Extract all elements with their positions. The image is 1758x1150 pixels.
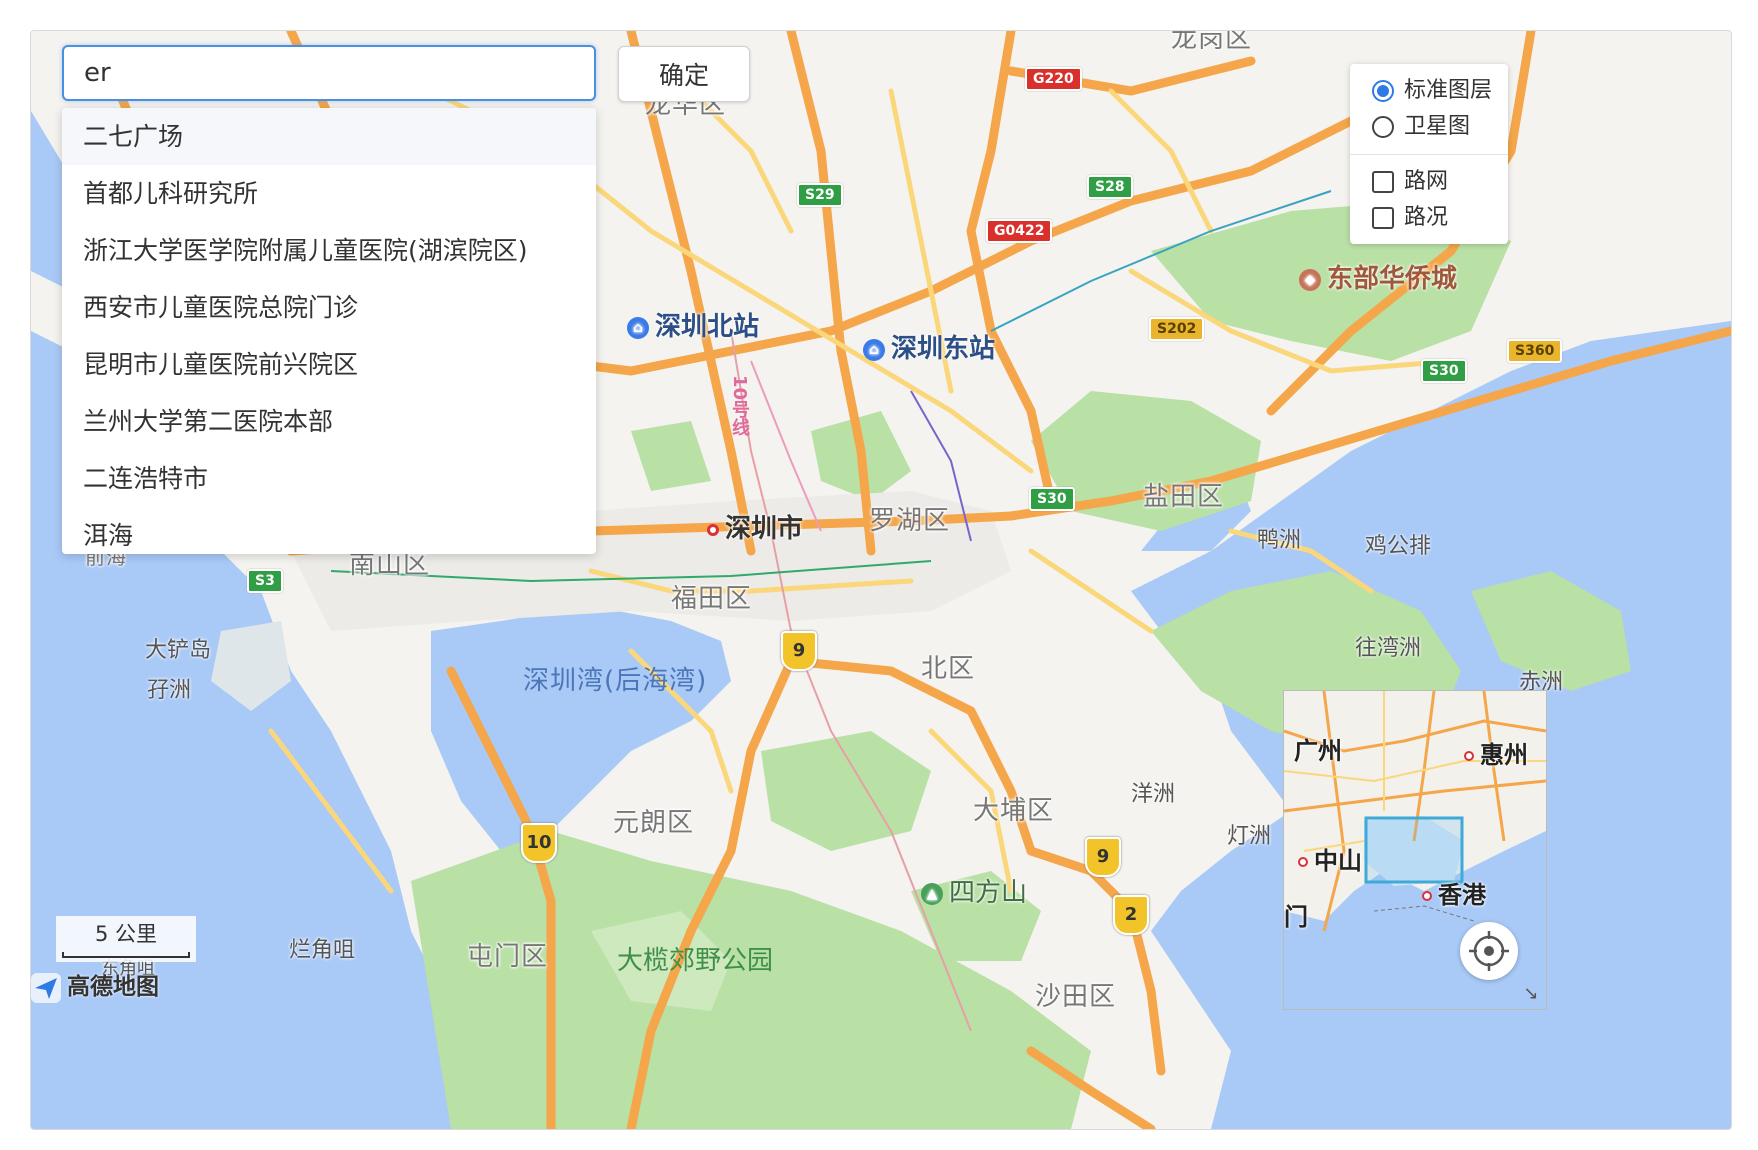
road-shield-s30-east: S30	[1421, 359, 1467, 383]
crosshair-icon	[1469, 931, 1509, 971]
road-shield-s202: S202	[1149, 317, 1205, 341]
checkbox-icon[interactable]	[1372, 207, 1394, 229]
road-shield-g0422: G0422	[986, 219, 1053, 243]
road-shield-s30: S30	[1029, 487, 1075, 511]
overview-label-macau: 门	[1284, 903, 1308, 931]
district-label-futian: 福田区	[671, 584, 753, 614]
district-label-shatian: 沙田区	[1035, 982, 1117, 1012]
suggestion-item[interactable]: 浙江大学医学院附属儿童医院(湖滨院区)	[62, 222, 596, 279]
road-shield-g220: G220	[1025, 67, 1082, 91]
overview-label-huizhou: 惠州	[1464, 735, 1528, 770]
poi-sifangshan[interactable]: ▲ 四方山	[921, 879, 1027, 907]
scale-bar: 5 公里	[56, 916, 196, 962]
road-shield-s3: S3	[247, 569, 283, 593]
overview-toggle-icon[interactable]: ↘	[1521, 984, 1541, 1004]
train-station-icon: ⌂	[863, 338, 885, 361]
district-label-yuanlang: 元朗区	[613, 808, 695, 838]
place-label-yangzhou: 洋洲	[1131, 782, 1176, 807]
locate-button[interactable]	[1460, 922, 1518, 980]
poi-shenzhen-north-station[interactable]: ⌂ 深圳北站	[627, 313, 759, 341]
scale-label: 5 公里	[94, 922, 158, 946]
city-marker-icon	[1422, 891, 1432, 901]
place-label-ruzhou: 孖洲	[147, 678, 192, 703]
radio-icon[interactable]	[1372, 116, 1394, 138]
place-label-yazhou: 鸭洲	[1257, 528, 1302, 553]
mountain-icon: ▲	[921, 882, 943, 905]
amap-plane-icon	[31, 972, 61, 1003]
suggestion-item[interactable]: 洱海	[62, 507, 596, 554]
road-shield-s360: S360	[1507, 339, 1563, 363]
route-badge-10: 10	[521, 823, 557, 863]
layer-option-standard[interactable]: 标准图层	[1372, 76, 1492, 106]
district-label-dapu: 大埔区	[973, 796, 1055, 826]
layer-option-satellite[interactable]: 卫星图	[1372, 112, 1470, 142]
suggestion-item[interactable]: 二连浩特市	[62, 450, 596, 507]
park-label-tailangjiao: 大榄郊野公园	[617, 946, 774, 976]
road-shield-s29: S29	[797, 183, 843, 207]
place-label-jigongpai: 鸡公排	[1365, 534, 1432, 559]
overview-label-zhongshan: 中山	[1298, 841, 1362, 876]
search-input[interactable]	[62, 45, 596, 101]
place-label-dengzhou: 灯洲	[1227, 824, 1272, 849]
layer-toggle-roadnet[interactable]: 路网	[1372, 167, 1448, 197]
district-label-yantian: 盐田区	[1143, 482, 1225, 512]
search-suggestion-list: 二七广场 首都儿科研究所 浙江大学医学院附属儿童医院(湖滨院区) 西安市儿童医院…	[62, 108, 596, 554]
scale-bar-line	[62, 952, 190, 958]
layer-toggle-traffic[interactable]: 路况	[1372, 203, 1448, 233]
suggestion-item[interactable]: 西安市儿童医院总院门诊	[62, 279, 596, 336]
district-label-tunmen: 屯门区	[467, 942, 549, 972]
route-badge-2: 2	[1113, 895, 1149, 935]
confirm-button[interactable]: 确定	[618, 46, 750, 102]
district-label-luohu: 罗湖区	[869, 506, 951, 536]
route-badge-9-south: 9	[1085, 837, 1121, 877]
district-label-north: 北区	[921, 654, 976, 684]
route-badge-9-north: 9	[781, 631, 817, 671]
poi-shenzhen-city[interactable]: 深圳市	[707, 515, 803, 543]
train-station-icon: ⌂	[627, 316, 649, 339]
district-label-longgang: 龙岗区	[1171, 30, 1253, 54]
city-marker-icon	[1298, 857, 1308, 867]
suggestion-item[interactable]: 首都儿科研究所	[62, 165, 596, 222]
suggestion-item[interactable]: 兰州大学第二医院本部	[62, 393, 596, 450]
district-label-nanshan: 南山区	[349, 550, 431, 580]
overview-label-guangzhou: 广州	[1294, 737, 1342, 765]
place-label-wangwanzhou: 往湾洲	[1355, 636, 1422, 661]
radio-selected-icon[interactable]	[1372, 80, 1394, 102]
road-shield-s28: S28	[1087, 175, 1133, 199]
checkbox-icon[interactable]	[1372, 171, 1394, 193]
place-label-lanjiaozhuo: 烂角咀	[289, 938, 356, 963]
layer-divider	[1350, 154, 1508, 155]
suggestion-item[interactable]: 二七广场	[62, 108, 596, 165]
overview-label-hongkong: 香港	[1422, 875, 1486, 910]
poi-shenzhen-east-station[interactable]: ⌂ 深圳东站	[863, 335, 995, 363]
city-marker-icon	[1464, 751, 1474, 761]
metro-line-label: 10号线	[729, 375, 750, 437]
water-label-shenzhen-bay: 深圳湾(后海湾)	[523, 666, 708, 696]
attraction-icon: ◆	[1299, 268, 1321, 291]
suggestion-item[interactable]: 昆明市儿童医院前兴院区	[62, 336, 596, 393]
amap-logo[interactable]: 高德地图	[31, 969, 159, 1005]
poi-oct-east[interactable]: ◆ 东部华侨城	[1299, 265, 1457, 293]
layer-switcher: 标准图层 卫星图 路网 路况	[1350, 64, 1508, 244]
city-marker-icon	[707, 523, 719, 536]
place-label-dachandao: 大铲岛	[145, 638, 212, 663]
